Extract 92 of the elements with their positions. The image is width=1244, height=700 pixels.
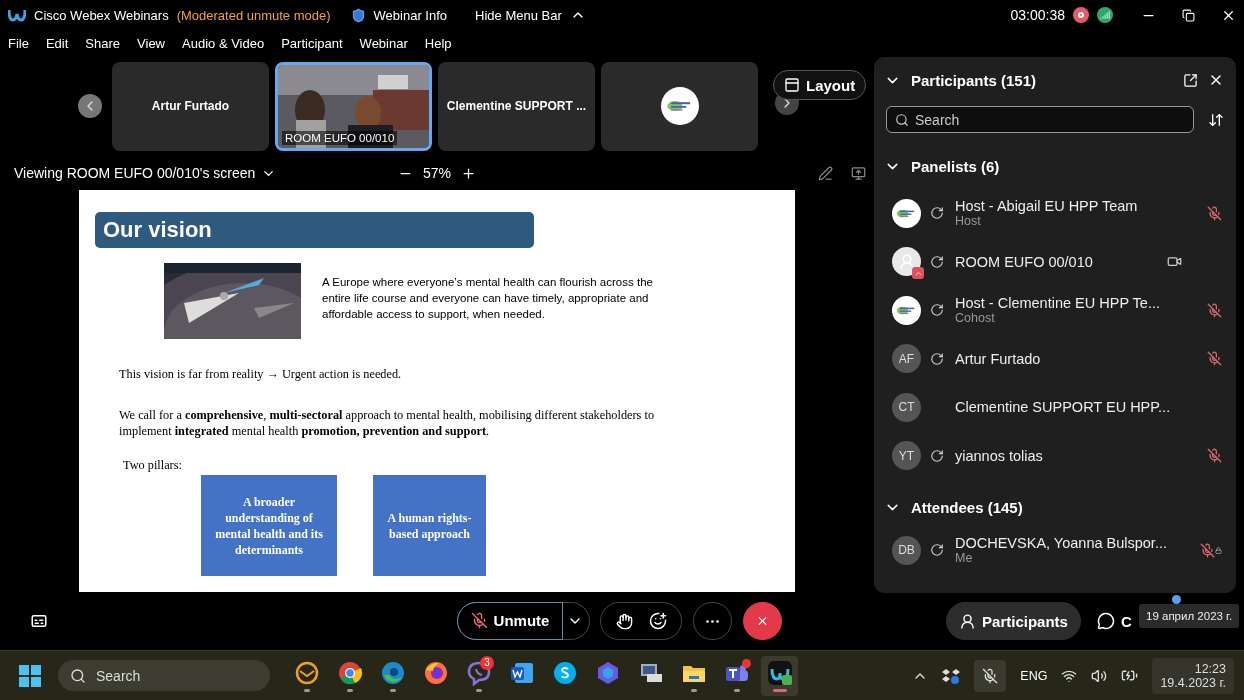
webinar-info-link[interactable]: Webinar Info — [373, 7, 448, 23]
date-tooltip: 19 април 2023 г. — [1139, 604, 1240, 628]
notification-dot — [1172, 595, 1181, 604]
chat-button[interactable]: C — [1092, 602, 1137, 640]
previous-button[interactable] — [78, 94, 102, 118]
search-icon — [70, 667, 86, 684]
participant-name[interactable]: Host - Clementine EU HPP Te... — [955, 295, 1160, 312]
video-tile[interactable] — [601, 61, 758, 151]
zoom-in-button[interactable] — [461, 165, 477, 181]
pillar-box: A broader understanding of mental health and its determinants — [201, 475, 337, 576]
mode-label: (Moderated unmute mode) — [176, 7, 331, 23]
firefox-icon[interactable] — [422, 659, 449, 686]
menu-item[interactable]: File — [8, 35, 29, 51]
network-icon — [1097, 7, 1113, 23]
mic-muted-icon — [470, 612, 488, 629]
participant-name[interactable]: DOCHEVSKA, Yoanna Bulspor... — [955, 535, 1167, 552]
participant-role: Host — [955, 214, 981, 229]
meeting-timer: 03:00:38 — [1010, 7, 1065, 23]
shield-icon[interactable] — [350, 7, 366, 23]
person-icon — [959, 612, 977, 630]
menu-item[interactable]: View — [137, 35, 165, 51]
language-indicator[interactable]: ENG — [1020, 668, 1048, 683]
screen-icon[interactable] — [851, 165, 866, 181]
notification-badge: 3 — [480, 655, 494, 670]
leave-button[interactable] — [743, 602, 782, 640]
video-tile[interactable]: Clementine SUPPORT ... — [438, 61, 595, 151]
zoom-level: 57% — [423, 165, 452, 181]
webex-logo-icon — [8, 8, 26, 22]
hide-menu-bar-button[interactable]: Hide Menu Bar — [475, 7, 562, 23]
participant-name[interactable]: Artur Furtado — [955, 350, 1041, 367]
layout-icon — [784, 77, 800, 93]
menu-item[interactable]: Webinar — [359, 35, 408, 51]
pillars-label: Two pillars: — [123, 457, 183, 473]
taskbar-search[interactable]: Search — [58, 660, 270, 691]
panel-title: Participants (151) — [911, 71, 1037, 89]
chat-bubble-icon — [1097, 612, 1115, 630]
windows-start-icon[interactable] — [18, 663, 42, 688]
reality-text: This vision is far from reality → Urgent action is needed. — [119, 366, 403, 382]
participant-name: ROOM EUFO 00/010 — [282, 130, 398, 145]
avatar: YT — [892, 441, 921, 471]
pop-out-icon[interactable] — [1183, 72, 1198, 88]
video-tile[interactable]: ROOM EUFO 00/010 — [275, 61, 432, 151]
menu-item[interactable]: Edit — [45, 35, 69, 51]
sort-icon[interactable] — [1208, 111, 1224, 128]
captions-icon[interactable] — [30, 612, 48, 630]
participant-role: Cohost — [955, 311, 995, 326]
raise-hand-icon[interactable] — [615, 612, 633, 630]
menu-item[interactable]: Audio & Video — [182, 35, 265, 51]
viewing-label[interactable]: Viewing ROOM EUFO 00/010's screen — [14, 165, 256, 181]
skype-icon[interactable] — [551, 659, 578, 686]
participants-button[interactable]: Participants — [946, 602, 1081, 640]
envelope-icon[interactable] — [293, 659, 320, 686]
logo-icon — [660, 87, 699, 125]
participant-name: Clementine SUPPORT ... — [446, 99, 587, 113]
participant-name[interactable]: yiannos tolias — [955, 447, 1043, 464]
microphone-muted-icon[interactable] — [974, 659, 1007, 692]
participant-name: Artur Furtado — [151, 99, 230, 113]
edge-icon[interactable] — [379, 659, 406, 686]
viber-icon[interactable] — [465, 659, 492, 686]
layout-button[interactable]: Layout — [773, 70, 867, 100]
dropbox-icon[interactable] — [942, 667, 961, 684]
app-title: Cisco Webex Webinars — [34, 7, 169, 23]
avatar: CT — [892, 392, 921, 422]
chrome-icon[interactable] — [336, 659, 363, 686]
menu-item[interactable]: Participant — [281, 35, 343, 51]
avatar: AF — [892, 344, 921, 374]
ellipsis-icon — [706, 619, 719, 623]
logo-icon — [892, 295, 921, 325]
slide-title: Our vision — [95, 212, 534, 248]
menu-item[interactable]: Help — [424, 35, 452, 51]
search-icon — [895, 112, 909, 127]
avatar — [892, 247, 921, 277]
video-tile[interactable]: Artur Furtado — [112, 61, 269, 151]
menu-item[interactable]: Share — [85, 35, 121, 51]
section-title[interactable]: Attendees (145) — [911, 498, 1023, 516]
reaction-icon[interactable] — [648, 612, 667, 630]
annotate-icon[interactable] — [818, 165, 833, 181]
avatar: DB — [892, 535, 921, 565]
participant-name[interactable]: Host - Abigail EU HPP Team — [955, 198, 1138, 215]
webex-icon[interactable] — [766, 659, 793, 686]
participant-name[interactable]: Clementine SUPPORT EU HPP... — [955, 399, 1171, 416]
search-field[interactable]: Search — [886, 106, 1194, 133]
volume-icon[interactable] — [1091, 667, 1108, 684]
participant-role: Me — [955, 551, 973, 566]
section-title[interactable]: Panelists (6) — [911, 157, 1000, 175]
participant-name[interactable]: ROOM EUFO 00/010 — [955, 253, 1093, 270]
vision-text: A Europe where everyone’s mental health can flourish across the entire life course and everyone can have timely, appropriate and affordable access to support, when needed. — [322, 275, 654, 322]
restore-button[interactable] — [1182, 8, 1195, 22]
clock[interactable]: 12:23 19.4.2023 г. — [1152, 657, 1234, 694]
logo-icon — [892, 198, 921, 228]
call-text: We call for a comprehensive, multi-sectoral approach to mental health, mobilising different stakeholders to implement integrated mental health promotion, prevention and support. — [119, 407, 656, 439]
pillar-box: A human rights-based approach — [373, 475, 486, 576]
